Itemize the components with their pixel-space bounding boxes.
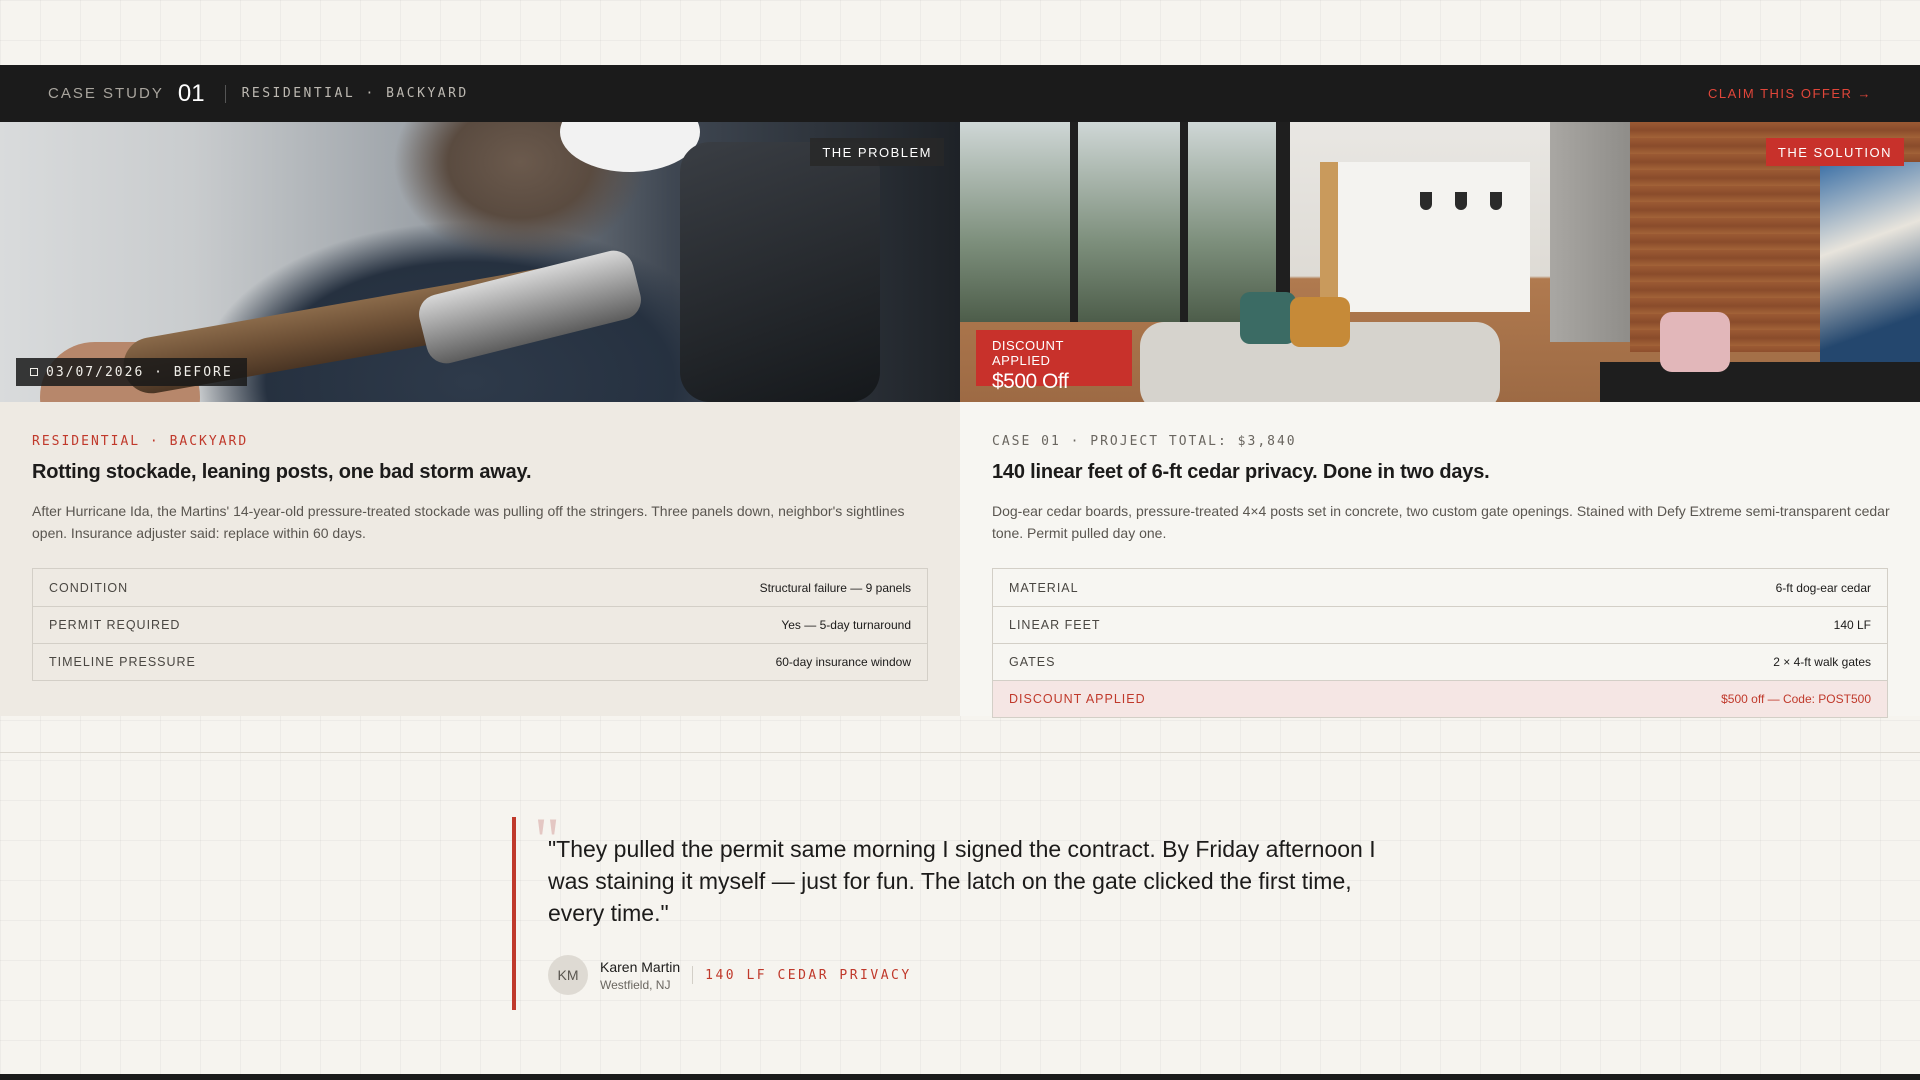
photo-pendant-light (1455, 192, 1467, 210)
after-body: Dog-ear cedar boards, pressure-treated 4… (992, 503, 1890, 541)
avatar: KM (548, 955, 588, 995)
photo-kitchen-shape (1320, 162, 1530, 312)
before-content: RESIDENTIAL · BACKYARD Rotting stockade,… (0, 402, 960, 681)
photo-pillow-shape (1290, 297, 1350, 347)
before-panel: THE PROBLEM 03/07/2026 · BEFORE RESIDENT… (0, 122, 960, 716)
discount-card-label: DISCOUNT APPLIED (992, 338, 1064, 368)
table-row: MATERIAL 6-ft dog-ear cedar (993, 569, 1887, 606)
photo-pillow-shape (1660, 312, 1730, 372)
case-study-tags: RESIDENTIAL · BACKYARD (241, 86, 469, 101)
spec-key: DISCOUNT APPLIED (1009, 692, 1146, 706)
after-spec-table: MATERIAL 6-ft dog-ear cedar LINEAR FEET … (992, 568, 1888, 718)
photo-window-shape (960, 122, 1290, 322)
spec-key: CONDITION (49, 580, 129, 595)
case-study-number: 01 (177, 79, 205, 107)
footer-bar (0, 1074, 1920, 1080)
date-chip-text: 03/07/2026 · BEFORE (46, 364, 233, 380)
after-panel: THE SOLUTION DISCOUNT APPLIED $500 Off C… (960, 122, 1920, 718)
case-study-bar: CASE STUDY 01 RESIDENTIAL · BACKYARD CLA… (0, 65, 1920, 122)
photo-pillow-shape (1240, 292, 1296, 344)
author-info: Karen Martin Westfield, NJ (600, 959, 680, 992)
solution-badge: THE SOLUTION (1765, 138, 1904, 166)
photo-bench-shape (1600, 362, 1920, 402)
header-divider (224, 84, 226, 103)
table-row: TIMELINE PRESSURE 60-day insurance windo… (33, 643, 927, 680)
spec-key: MATERIAL (1009, 580, 1079, 595)
photo-pendant-light (1420, 192, 1432, 210)
photo-hat-shape (560, 122, 700, 172)
discount-row: DISCOUNT APPLIED $500 off — Code: POST50… (993, 680, 1887, 717)
quote-mark-icon: " (534, 804, 561, 875)
before-spec-table: CONDITION Structural failure — 9 panels … (32, 568, 928, 681)
after-photo: THE SOLUTION DISCOUNT APPLIED $500 Off (960, 122, 1920, 402)
spec-key: LINEAR FEET (1009, 618, 1101, 632)
claim-offer-link[interactable]: CLAIM THIS OFFER → (1708, 86, 1872, 101)
spec-key: TIMELINE PRESSURE (49, 655, 196, 669)
spec-key: PERMIT REQUIRED (49, 618, 181, 632)
discount-card-value: $500 Off (992, 370, 1069, 393)
date-chip: 03/07/2026 · BEFORE (16, 358, 247, 386)
photo-window-frame (1180, 122, 1188, 322)
table-row: GATES 2 × 4-ft walk gates (993, 643, 1887, 680)
author-divider (692, 966, 694, 984)
author-location: Westfield, NJ (600, 977, 671, 992)
before-eyebrow: RESIDENTIAL · BACKYARD (32, 434, 249, 449)
spec-value: Yes — 5-day turnaround (781, 618, 911, 632)
case-study-label: CASE STUDY (48, 85, 164, 102)
table-row: CONDITION Structural failure — 9 panels (33, 569, 927, 606)
section-divider (0, 752, 1920, 753)
testimonial-quote: "They pulled the permit same morning I s… (548, 836, 1376, 926)
photo-artwork-shape (1820, 162, 1920, 362)
author-name: Karen Martin (600, 958, 681, 975)
spec-key: GATES (1009, 655, 1056, 669)
spec-value: $500 off — Code: POST500 (1721, 692, 1871, 706)
spec-value: Structural failure — 9 panels (759, 580, 911, 595)
calendar-icon (30, 368, 38, 376)
spec-value: 2 × 4-ft walk gates (1773, 655, 1871, 669)
photo-machine-shape (680, 142, 880, 402)
table-row: PERMIT REQUIRED Yes — 5-day turnaround (33, 606, 927, 643)
testimonial-author: KM Karen Martin Westfield, NJ 140 LF CED… (548, 955, 1412, 995)
after-eyebrow: CASE 01 · PROJECT TOTAL: $3,840 (992, 434, 1297, 449)
problem-badge: THE PROBLEM (810, 138, 944, 166)
photo-window-frame (1070, 122, 1078, 322)
before-photo: THE PROBLEM 03/07/2026 · BEFORE (0, 122, 960, 402)
after-headline: 140 linear feet of 6-ft cedar privacy. D… (992, 461, 1490, 483)
spec-value: 60-day insurance window (775, 655, 911, 669)
photo-pendant-light (1490, 192, 1502, 210)
discount-card: DISCOUNT APPLIED $500 Off (976, 330, 1132, 393)
testimonial: " "They pulled the permit same morning I… (512, 804, 1412, 1010)
spec-value: 6-ft dog-ear cedar (1775, 580, 1871, 595)
table-row: LINEAR FEET 140 LF (993, 606, 1887, 643)
before-body: After Hurricane Ida, the Martins' 14-yea… (32, 503, 905, 541)
after-content: CASE 01 · PROJECT TOTAL: $3,840 140 line… (960, 402, 1920, 718)
photo-stone-wall-shape (1550, 122, 1630, 342)
project-tag: 140 LF CEDAR PRIVACY (705, 967, 912, 983)
before-headline: Rotting stockade, leaning posts, one bad… (32, 461, 532, 483)
spec-value: 140 LF (1833, 618, 1871, 632)
photo-tool-metal-shape (414, 246, 646, 368)
